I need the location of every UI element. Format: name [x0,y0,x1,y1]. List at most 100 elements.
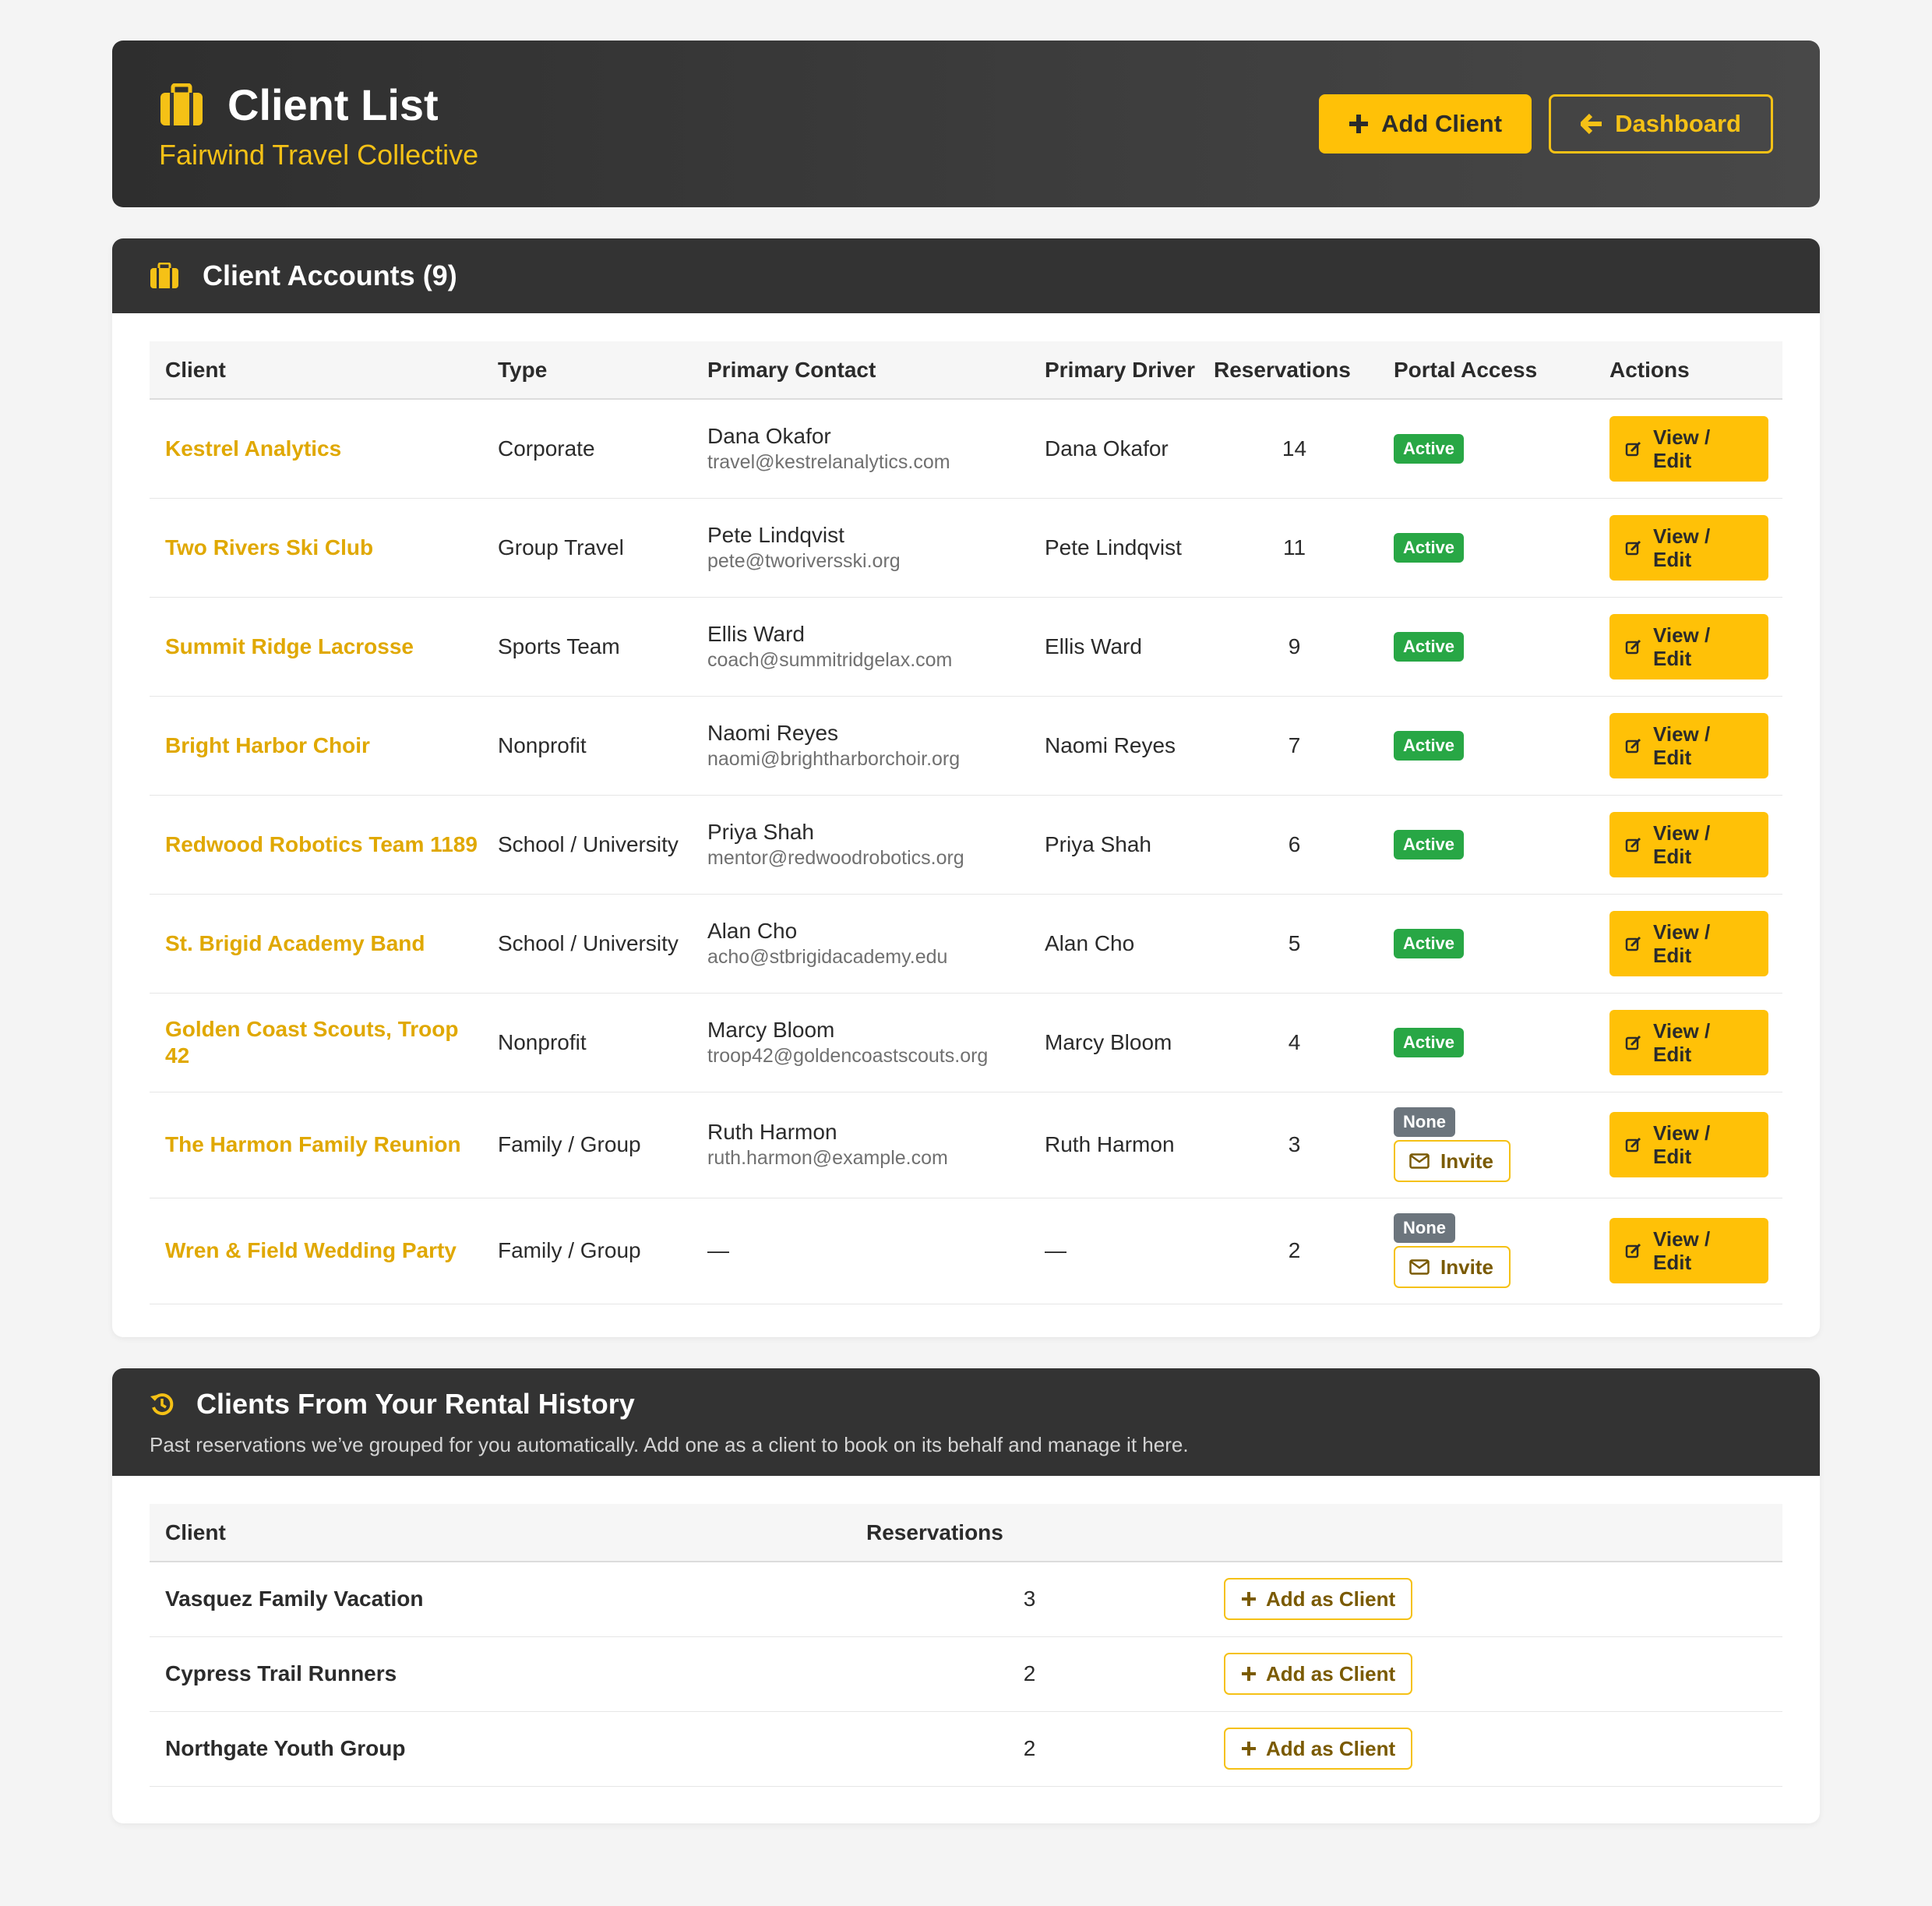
primary-contact: Ruth Harmon ruth.harmon@example.com [692,1092,1029,1198]
column-header-client: Client [150,341,482,400]
table-row: Redwood Robotics Team 1189 School / Univ… [150,795,1782,895]
view-edit-button[interactable]: View / Edit [1609,613,1768,679]
view-edit-label-line1: View / [1653,1227,1711,1251]
view-edit-button[interactable]: View / Edit [1609,712,1768,778]
table-row: Bright Harbor Choir Nonprofit Naomi Reye… [150,696,1782,796]
briefcase-icon [150,263,178,288]
table-row: The Harmon Family Reunion Family / Group… [150,1092,1782,1198]
client-name-link[interactable]: Golden Coast Scouts, Troop 42 [165,1017,458,1068]
primary-driver: Marcy Bloom [1029,993,1211,1092]
column-header-actions: Actions [1594,341,1782,400]
view-edit-button[interactable]: View / Edit [1609,811,1768,877]
status-badge: Active [1394,730,1465,761]
client-accounts-card: Client Accounts (9) Client Type Primary … [112,238,1820,1337]
primary-driver: Dana Okafor [1029,399,1211,499]
client-name-link[interactable]: Kestrel Analytics [165,436,341,461]
client-name-link[interactable]: Summit Ridge Lacrosse [165,634,414,658]
column-header-reservations: Reservations [1211,341,1378,400]
invite-button[interactable]: Invite [1394,1246,1511,1288]
primary-contact: Dana Okafor travel@kestrelanalytics.com [692,399,1029,499]
client-name-link[interactable]: Wren & Field Wedding Party [165,1238,457,1262]
view-edit-button[interactable]: View / Edit [1609,514,1768,581]
edit-icon [1625,441,1641,456]
primary-contact: Naomi Reyes naomi@brightharborchoir.org [692,696,1029,796]
status-badge: Active [1394,928,1465,958]
view-edit-label-line2: Edit [1653,943,1692,967]
contact-email: troop42@goldencoastscouts.org [707,1044,989,1067]
view-edit-button[interactable]: View / Edit [1609,1009,1768,1075]
client-name-link[interactable]: Bright Harbor Choir [165,733,370,757]
table-row: Northgate Youth Group 2 Add as Client [150,1711,1782,1787]
rental-history-card: Clients From Your Rental History Past re… [112,1368,1820,1823]
envelope-icon [1409,1153,1430,1169]
table-row: Summit Ridge Lacrosse Sports Team Ellis … [150,597,1782,697]
invite-button[interactable]: Invite [1394,1140,1511,1182]
add-as-client-button[interactable]: Add as Client [1224,1653,1413,1695]
view-edit-label-line2: Edit [1653,844,1692,868]
view-edit-button[interactable]: View / Edit [1609,910,1768,976]
status-badge: None [1394,1107,1455,1137]
add-as-client-button[interactable]: Add as Client [1224,1578,1413,1621]
client-accounts-table: Client Type Primary Contact Primary Driv… [150,341,1782,1304]
client-name-link[interactable]: St. Brigid Academy Band [165,931,425,955]
add-client-label: Add Client [1381,110,1503,137]
client-type: Nonprofit [482,696,692,796]
reservations-count: 2 [851,1636,1208,1712]
primary-driver: Pete Lindqvist [1029,498,1211,598]
plus-icon [1242,1742,1256,1756]
envelope-icon [1409,1259,1430,1275]
view-edit-label-line1: View / [1653,524,1711,548]
primary-contact: Priya Shah mentor@redwoodrobotics.org [692,795,1029,895]
table-row: Wren & Field Wedding Party Family / Grou… [150,1198,1782,1304]
table-row: St. Brigid Academy Band School / Univers… [150,894,1782,994]
add-as-client-label: Add as Client [1266,1661,1396,1685]
client-type: Nonprofit [482,993,692,1092]
add-as-client-label: Add as Client [1266,1587,1396,1611]
reservations-count: 4 [1211,993,1378,1092]
history-client-name: Cypress Trail Runners [150,1636,851,1712]
plus-icon [1242,1592,1256,1607]
contact-name: Naomi Reyes [707,720,839,745]
client-name-link[interactable]: The Harmon Family Reunion [165,1132,461,1156]
view-edit-button[interactable]: View / Edit [1609,1112,1768,1177]
page-title: Client List [227,80,439,129]
dashboard-label: Dashboard [1615,110,1741,137]
column-header-type: Type [482,341,692,400]
view-edit-button[interactable]: View / Edit [1609,1218,1768,1283]
view-edit-label-line2: Edit [1653,1145,1692,1168]
client-name-link[interactable]: Two Rivers Ski Club [165,535,373,559]
briefcase-icon [160,83,203,125]
dashboard-button[interactable]: Dashboard [1549,94,1773,154]
column-header-portal-access: Portal Access [1378,341,1594,400]
status-badge: Active [1394,433,1465,464]
add-client-button[interactable]: Add Client [1319,94,1532,154]
primary-contact: — [692,1198,1029,1304]
status-badge: Active [1394,1027,1465,1057]
contact-name: Alan Cho [707,918,798,943]
invite-label: Invite [1440,1149,1493,1173]
table-row: Kestrel Analytics Corporate Dana Okafor … [150,399,1782,499]
primary-driver: — [1029,1198,1211,1304]
primary-contact: Alan Cho acho@stbrigidacademy.edu [692,894,1029,994]
view-edit-button[interactable]: View / Edit [1609,415,1768,482]
column-header-empty [1208,1504,1782,1562]
column-header-reservations: Reservations [851,1504,1208,1562]
primary-contact: Pete Lindqvist pete@tworiversski.org [692,498,1029,598]
table-header-row: Client Type Primary Contact Primary Driv… [150,341,1782,400]
client-name-link[interactable]: Redwood Robotics Team 1189 [165,832,478,856]
client-list-page: Client List Fairwind Travel Collective A… [112,41,1820,1823]
edit-icon [1625,1243,1641,1258]
edit-icon [1625,936,1641,951]
add-as-client-button[interactable]: Add as Client [1224,1728,1413,1770]
primary-contact: Ellis Ward coach@summitridgelax.com [692,597,1029,697]
view-edit-label-line2: Edit [1653,745,1692,769]
contact-email: mentor@redwoodrobotics.org [707,846,964,869]
table-row: Vasquez Family Vacation 3 Add as Client [150,1562,1782,1637]
client-type: Sports Team [482,597,692,697]
client-type: School / University [482,894,692,994]
invite-label: Invite [1440,1255,1493,1279]
client-type: Corporate [482,399,692,499]
history-icon [150,1392,174,1415]
view-edit-label-line2: Edit [1653,448,1692,472]
contact-name: Ruth Harmon [707,1120,837,1144]
